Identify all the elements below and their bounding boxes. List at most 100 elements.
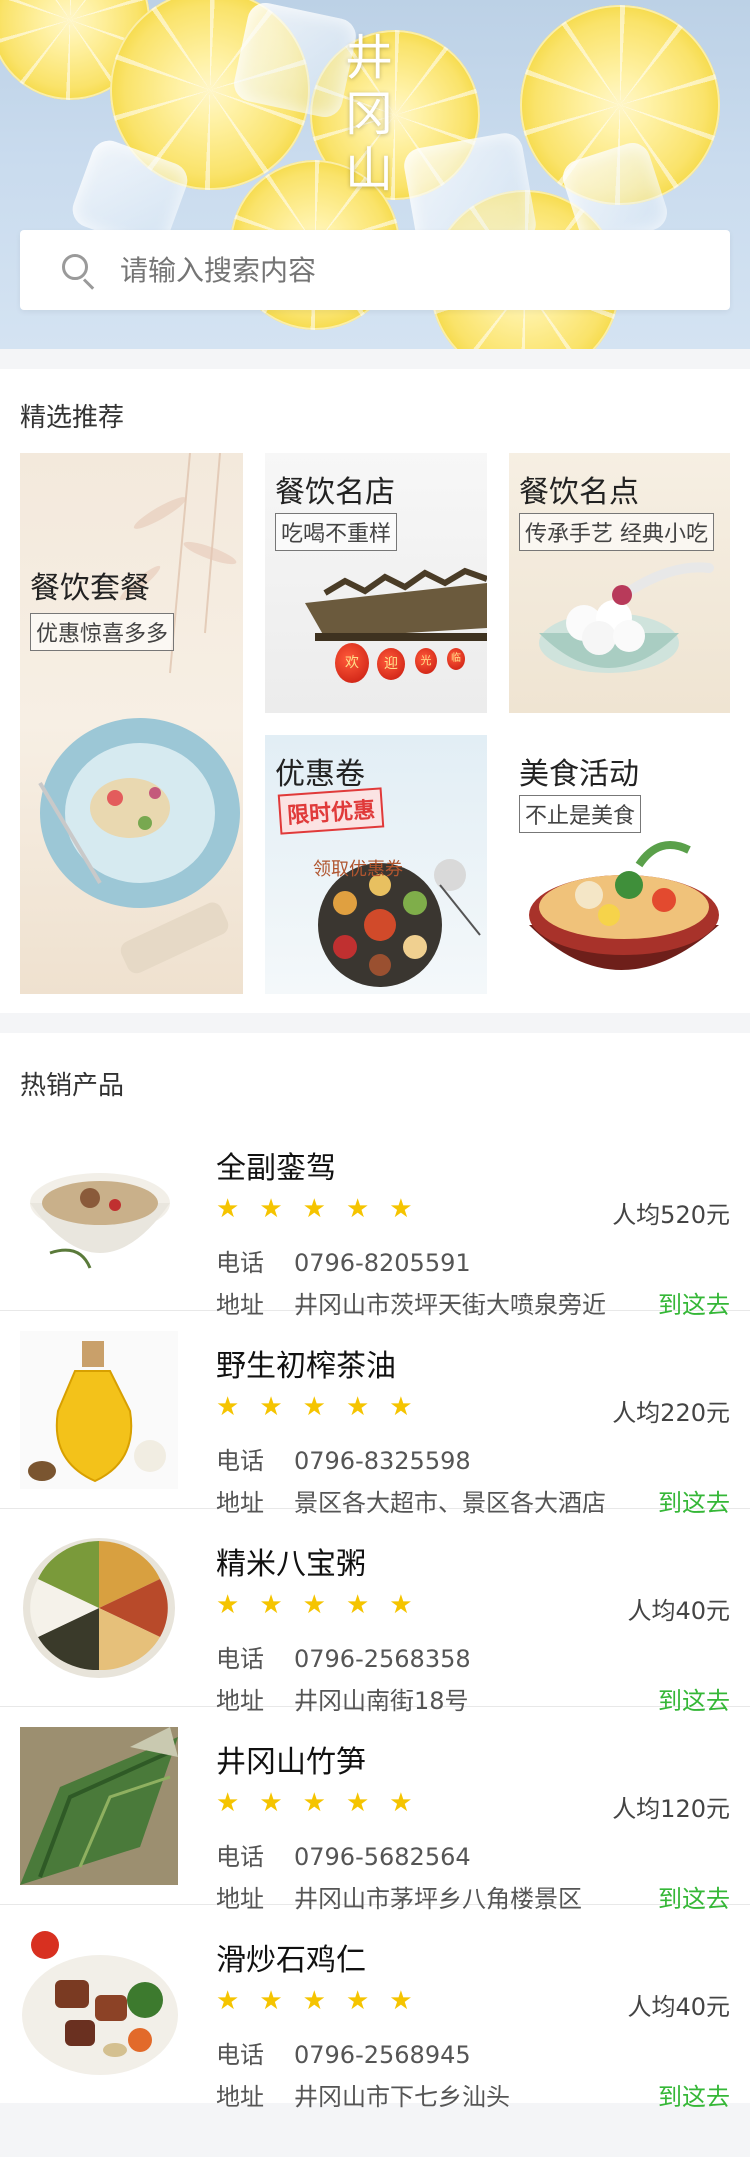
star-icon: ★ xyxy=(389,1985,413,2015)
average-price: 人均40元 xyxy=(627,1993,730,2021)
lantern-icon: 临 xyxy=(447,648,465,670)
product-item[interactable]: 精米八宝粥 ★ ★ ★ ★ ★ 人均40元 电话 0796-2568358 地址 井冈山南街… xyxy=(0,1509,750,1715)
phone-row: 电话 0796-5682564 xyxy=(216,1837,471,1872)
phone-label: 电话 xyxy=(216,2041,264,2069)
card-title: 餐饮名点 xyxy=(519,475,639,510)
lantern-icon: 光 xyxy=(415,648,437,674)
star-icon: ★ xyxy=(216,1193,240,1223)
star-icon: ★ xyxy=(259,1193,283,1223)
navigate-button[interactable]: 到这去 xyxy=(658,2077,730,2112)
star-icon: ★ xyxy=(389,1193,413,1223)
card-title: 美食活动 xyxy=(519,757,639,792)
bamboo-shoot-image xyxy=(20,1727,178,1885)
product-item[interactable]: 野生初榨茶油 ★ ★ ★ ★ ★ 人均220元 电话 0796-8325598 地址 景区各… xyxy=(0,1311,750,1517)
star-icon: ★ xyxy=(302,1589,326,1619)
bamboo-decoration xyxy=(38,453,240,974)
card-tag: 吃喝不重样 xyxy=(275,513,398,551)
star-icon: ★ xyxy=(302,1787,326,1817)
address-value: 井冈山市下七乡汕头 xyxy=(294,2083,510,2111)
rating-stars: ★ ★ ★ ★ ★ xyxy=(216,1195,413,1221)
rating-stars: ★ ★ ★ ★ ★ xyxy=(216,1789,413,1815)
search-icon[interactable] xyxy=(60,252,96,290)
average-price: 人均520元 xyxy=(612,1201,730,1229)
phone-row: 电话 0796-8325598 xyxy=(216,1441,471,1476)
address-row: 地址 井冈山市下七乡汕头 xyxy=(216,2077,510,2112)
product-name: 野生初榨茶油 xyxy=(216,1349,396,1384)
product-item[interactable]: 全副銮驾 ★ ★ ★ ★ ★ 人均520元 电话 0796-8205591 地址 井冈山市茨… xyxy=(0,1113,750,1319)
star-icon: ★ xyxy=(302,1193,326,1223)
star-icon: ★ xyxy=(345,1193,370,1223)
card-title: 餐饮套餐 xyxy=(30,571,150,606)
get-coupon-label[interactable]: 领取优惠券 xyxy=(313,855,403,881)
star-icon: ★ xyxy=(389,1589,413,1619)
star-icon: ★ xyxy=(259,1391,283,1421)
phone-label: 电话 xyxy=(216,1249,264,1277)
hero-title-char: 山 xyxy=(345,142,394,198)
phone-value[interactable]: 0796-8205591 xyxy=(294,1249,471,1277)
limited-offer-badge: 限时优惠 xyxy=(277,787,385,835)
grain-plate-image xyxy=(23,1538,175,1678)
star-icon: ★ xyxy=(345,1985,370,2015)
rating-stars: ★ ★ ★ ★ ★ xyxy=(216,1591,413,1617)
hero-title: 井 冈 山 xyxy=(345,30,394,198)
phone-label: 电话 xyxy=(216,1447,264,1475)
recommend-card-food-event[interactable]: 美食活动 不止是美食 xyxy=(509,735,730,994)
hero-title-char: 冈 xyxy=(345,86,394,142)
phone-label: 电话 xyxy=(216,1645,264,1673)
address-label: 地址 xyxy=(216,2083,264,2111)
product-thumbnail xyxy=(20,1727,178,1885)
lantern-icon: 欢 xyxy=(335,643,369,683)
product-thumbnail xyxy=(20,1331,178,1489)
phone-label: 电话 xyxy=(216,1843,264,1871)
soup-bowl-image xyxy=(30,1173,170,1269)
average-price: 人均220元 xyxy=(612,1399,730,1427)
recommend-card-set-meal[interactable]: 餐饮套餐 优惠惊喜多多 xyxy=(20,453,243,994)
phone-value[interactable]: 0796-2568945 xyxy=(294,2041,471,2069)
oil-bottle-image xyxy=(28,1341,166,1483)
star-icon: ★ xyxy=(389,1787,413,1817)
card-tag: 优惠惊喜多多 xyxy=(30,613,175,651)
recommend-card-famous-snack[interactable]: 餐饮名点 传承手艺 经典小吃 xyxy=(509,453,730,713)
hot-products-section: 热销产品 全副銮驾 ★ ★ ★ ★ ★ 人均520元 电话 0796-8205591 地址… xyxy=(0,1033,750,2111)
section-title: 精选推荐 xyxy=(20,403,125,433)
recommend-grid: 餐饮套餐 优惠惊喜多多 欢 迎 光 临 餐饮名店 吃喝不重样 餐饮名点 传承手艺… xyxy=(0,453,750,1013)
star-icon: ★ xyxy=(216,1589,240,1619)
star-icon: ★ xyxy=(302,1391,326,1421)
recommend-card-famous-restaurant[interactable]: 欢 迎 光 临 餐饮名店 吃喝不重样 xyxy=(265,453,487,713)
card-title: 餐饮名店 xyxy=(275,475,395,510)
star-icon: ★ xyxy=(216,1985,240,2015)
card-tag: 不止是美食 xyxy=(519,795,642,833)
product-thumbnail xyxy=(20,1529,178,1687)
phone-value[interactable]: 0796-5682564 xyxy=(294,1843,471,1871)
star-icon: ★ xyxy=(216,1391,240,1421)
recommend-section: 精选推荐 餐饮套餐 优惠惊喜多多 欢 迎 光 临 餐饮名店 吃喝不重样 餐饮名点… xyxy=(0,369,750,1013)
average-price: 人均120元 xyxy=(612,1795,730,1823)
star-icon: ★ xyxy=(345,1787,370,1817)
phone-value[interactable]: 0796-8325598 xyxy=(294,1447,471,1475)
product-thumbnail xyxy=(20,1133,178,1291)
product-name: 滑炒石鸡仁 xyxy=(216,1943,366,1978)
star-icon: ★ xyxy=(259,1589,283,1619)
phone-row: 电话 0796-2568358 xyxy=(216,1639,471,1674)
rating-stars: ★ ★ ★ ★ ★ xyxy=(216,1987,413,2013)
search-input[interactable] xyxy=(120,253,680,287)
product-name: 全副銮驾 xyxy=(216,1151,336,1186)
product-name: 精米八宝粥 xyxy=(216,1547,366,1582)
product-item[interactable]: 井冈山竹笋 ★ ★ ★ ★ ★ 人均120元 电话 0796-5682564 地址 井冈山市… xyxy=(0,1707,750,1913)
star-icon: ★ xyxy=(302,1985,326,2015)
phone-value[interactable]: 0796-2568358 xyxy=(294,1645,471,1673)
average-price: 人均40元 xyxy=(627,1597,730,1625)
search-bar[interactable] xyxy=(20,230,730,310)
card-title: 优惠卷 xyxy=(275,757,365,792)
star-icon: ★ xyxy=(259,1985,283,2015)
stir-fried-dish-image xyxy=(22,1931,178,2075)
product-item[interactable]: 滑炒石鸡仁 ★ ★ ★ ★ ★ 人均40元 电话 0796-2568945 地址 井冈山市下… xyxy=(0,1905,750,2111)
hero-title-char: 井 xyxy=(345,30,394,86)
dish-plate-image xyxy=(38,718,240,908)
phone-row: 电话 0796-2568945 xyxy=(216,2035,471,2070)
phone-row: 电话 0796-8205591 xyxy=(216,1243,471,1278)
card-tag: 传承手艺 经典小吃 xyxy=(519,513,714,551)
recommend-card-coupon[interactable]: 优惠卷 限时优惠 领取优惠券 xyxy=(265,735,487,994)
star-icon: ★ xyxy=(389,1391,413,1421)
product-name: 井冈山竹笋 xyxy=(216,1745,366,1780)
